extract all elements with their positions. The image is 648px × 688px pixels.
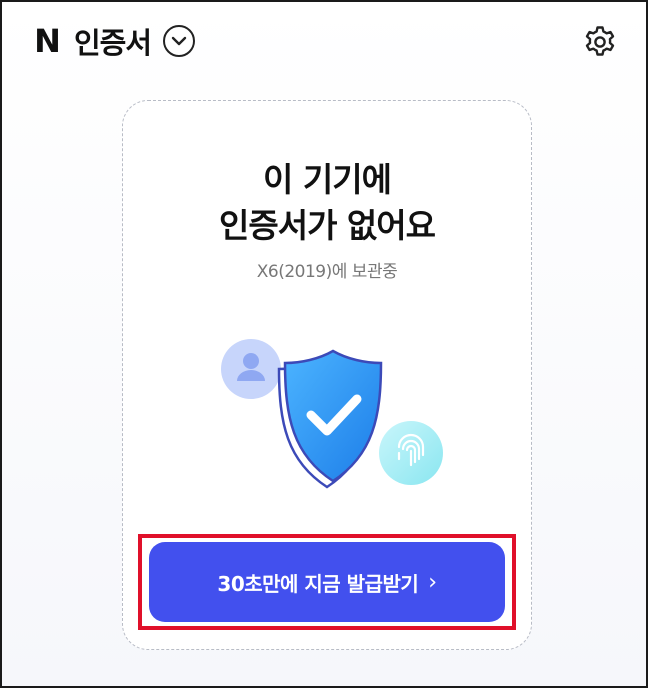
chevron-right-icon: › [428,569,437,595]
card-title-line1: 이 기기에 [263,160,392,199]
fingerprint-icon [379,421,443,485]
issue-certificate-button[interactable]: 30초만에 지금 발급받기 › [149,542,505,622]
storage-subtitle: X6(2019)에 보관중 [256,262,398,282]
card-title-line2: 인증서가 없어요 [218,206,436,245]
issue-certificate-label: 30초만에 지금 발급받기 [217,571,419,596]
chevron-down-icon [171,36,187,46]
shield-check-icon [277,349,383,489]
app-window: N 인증서 이 기기에 인증서가 없어요 X6(2019)에 보관중 30초만에… [0,0,648,688]
certificate-illustration [221,339,443,489]
brand: N 인증서 [32,20,196,62]
header: N 인증서 [2,2,646,82]
person-icon [221,339,281,399]
page-title: 인증서 [74,26,152,60]
certificate-card: 이 기기에 인증서가 없어요 X6(2019)에 보관중 30초만에 지금 발급… [122,100,532,650]
settings-button[interactable] [582,24,618,60]
card-title: 이 기기에 인증서가 없어요 [123,157,531,249]
title-dropdown-button[interactable] [163,25,196,57]
gear-icon [585,26,615,56]
naver-logo: N [34,22,61,60]
